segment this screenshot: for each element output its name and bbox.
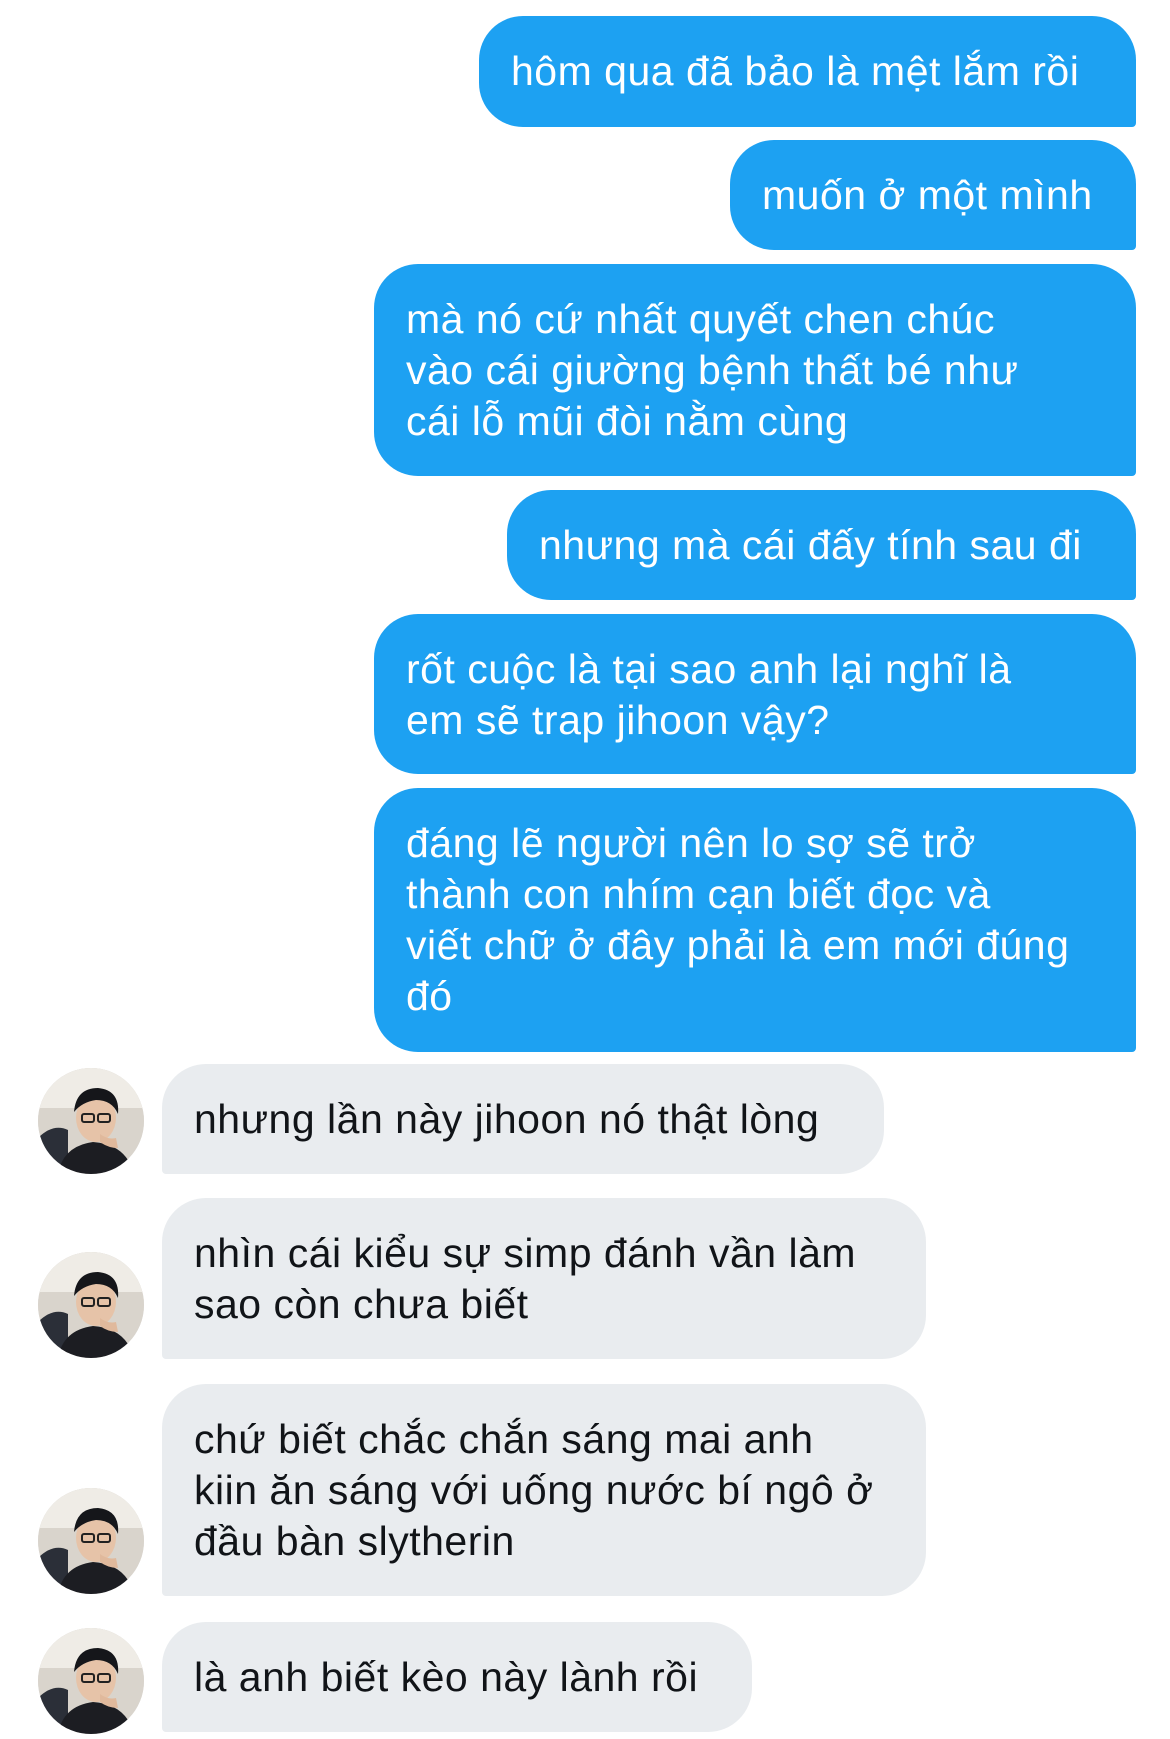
avatar-photo-icon — [38, 1068, 144, 1174]
incoming-message-bubble[interactable]: nhìn cái kiểu sự simp đánh vần làm sao c… — [162, 1198, 926, 1359]
incoming-message-bubble[interactable]: nhưng lần này jihoon nó thật lòng — [162, 1064, 884, 1174]
sender-avatar[interactable] — [38, 1488, 144, 1594]
outgoing-message-bubble[interactable]: hôm qua đã bảo là mệt lắm rồi — [479, 16, 1136, 127]
sender-avatar[interactable] — [38, 1068, 144, 1174]
outgoing-message-bubble[interactable]: đáng lẽ người nên lo sợ sẽ trở thành con… — [374, 788, 1136, 1052]
avatar-photo-icon — [38, 1252, 144, 1358]
sender-avatar[interactable] — [38, 1252, 144, 1358]
outgoing-message-bubble[interactable]: rốt cuộc là tại sao anh lại nghĩ là em s… — [374, 614, 1136, 774]
incoming-message-bubble[interactable]: là anh biết kèo này lành rồi — [162, 1622, 752, 1732]
outgoing-message-bubble[interactable]: mà nó cứ nhất quyết chen chúc vào cái gi… — [374, 264, 1136, 476]
sender-avatar[interactable] — [38, 1628, 144, 1734]
incoming-message-bubble[interactable]: chứ biết chắc chắn sáng mai anh kiin ăn … — [162, 1384, 926, 1596]
avatar-photo-icon — [38, 1628, 144, 1734]
avatar-photo-icon — [38, 1488, 144, 1594]
outgoing-message-bubble[interactable]: nhưng mà cái đấy tính sau đi — [507, 490, 1136, 600]
outgoing-message-bubble[interactable]: muốn ở một mình — [730, 140, 1136, 250]
